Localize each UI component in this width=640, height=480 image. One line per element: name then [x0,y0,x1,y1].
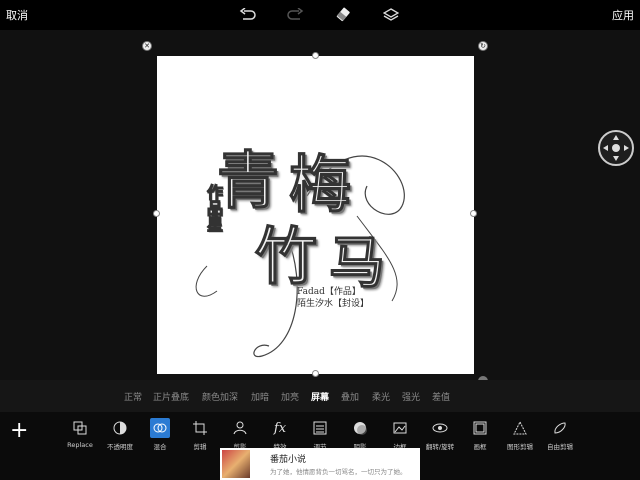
add-layer-button[interactable]: + [10,418,28,443]
border-icon [390,418,410,438]
tool-blend[interactable]: 混合 [140,418,180,451]
blend-icon [150,418,170,438]
apply-button[interactable]: 应用 [612,7,634,23]
opacity-icon [110,418,130,438]
tool-free-crop[interactable]: 自由剪辑 [540,418,580,451]
fx-icon: fx [273,420,287,436]
cancel-button[interactable]: 取消 [6,7,28,23]
blend-mode-item[interactable]: 加暗 [251,390,269,403]
ad-thumbnail [222,450,250,478]
flip-rotate-icon [430,418,450,438]
silhouette-icon [230,418,250,438]
resize-handle-left[interactable] [153,210,160,217]
layers-icon[interactable] [381,5,401,25]
tool-flip-rotate[interactable]: 翻转/旋转 [420,418,460,451]
undo-icon[interactable] [238,5,258,25]
blend-mode-item-active[interactable]: 屏幕 [311,390,329,403]
tool-shape-crop[interactable]: 图形剪辑 [500,418,540,451]
tool-silhouette[interactable]: 剪影 [220,418,260,451]
blend-mode-item[interactable]: 强光 [402,390,420,403]
blend-mode-item[interactable]: 叠加 [341,390,359,403]
frame-icon [470,418,490,438]
tool-opacity[interactable]: 不透明度 [100,418,140,451]
crop-icon [190,418,210,438]
redo-icon[interactable] [285,5,305,25]
workspace: 青 梅 竹 马 作品星 Fadad【作品】 陌生汐水【封设】 ✕ ↻ [0,30,640,386]
tool-frame[interactable]: 画框 [460,418,500,451]
shape-crop-icon [510,418,530,438]
adjust-icon [310,418,330,438]
eraser-icon[interactable] [334,5,354,25]
ad-subtitle: 为了她，他情愿背负一切骂名，一切只为了她。 [270,468,407,476]
resize-handle-right[interactable] [470,210,477,217]
tool-fx[interactable]: fx 特效 [260,418,300,452]
tool-label: Replace [67,441,93,449]
delete-layer-icon[interactable]: ✕ [142,41,152,51]
blend-mode-item[interactable]: 差值 [432,390,450,403]
blend-mode-item[interactable]: 柔光 [372,390,390,403]
image-canvas[interactable]: 青 梅 竹 马 作品星 Fadad【作品】 陌生汐水【封设】 [157,56,474,374]
tool-label: 画框 [473,443,487,451]
tool-label: 不透明度 [107,443,133,451]
replace-icon [70,418,90,438]
tool-label: 翻转/旋转 [425,443,455,451]
rotate-handle-icon[interactable]: ↻ [478,41,488,51]
tool-label: 自由剪辑 [547,443,573,451]
blend-mode-item[interactable]: 正常 [124,390,142,403]
art-char-3: 竹 [254,219,318,293]
tool-adjust[interactable]: 调节 [300,418,340,451]
tool-shadow[interactable]: 阴影 [340,418,380,451]
resize-handle-top[interactable] [312,52,319,59]
top-bar: 取消 应用 [0,0,640,30]
tool-label: 剪辑 [193,443,207,451]
move-dpad[interactable] [598,130,634,166]
ad-title: 番茄小说 [270,455,307,465]
blend-mode-item[interactable]: 正片叠底 [153,390,189,403]
tool-crop[interactable]: 剪辑 [180,418,220,451]
free-crop-icon [550,418,570,438]
credit-line-2: 陌生汐水【封设】 [297,299,370,309]
tool-label: 图形剪辑 [507,443,533,451]
tool-border[interactable]: 边框 [380,418,420,451]
resize-handle-bottom[interactable] [312,370,319,377]
blend-mode-item[interactable]: 加亮 [281,390,299,403]
blend-mode-bar: 正常 正片叠底 颜色加深 加暗 加亮 屏幕 叠加 柔光 强光 差值 [0,380,640,412]
tool-label: 混合 [153,443,167,451]
tool-replace[interactable]: Replace [60,418,100,449]
art-side-text: 作品星 [203,183,223,232]
dpad-arrows-icon [603,135,629,161]
shadow-icon [350,418,370,438]
blend-mode-item[interactable]: 颜色加深 [202,390,238,403]
ad-banner[interactable]: 番茄小说 为了她，他情愿背负一切骂名，一切只为了她。 [220,448,420,480]
